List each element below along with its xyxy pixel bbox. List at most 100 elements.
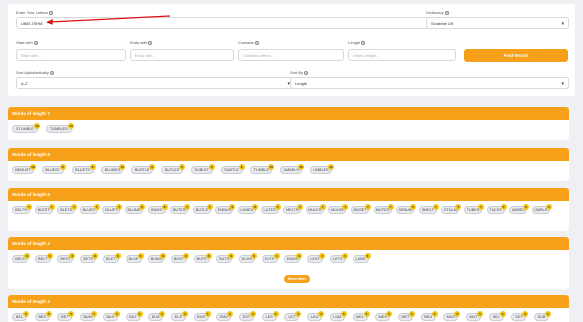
- word-chip[interactable]: EMBUS 9: [215, 204, 236, 214]
- word-chip[interactable]: BLUMES 10: [101, 164, 126, 174]
- word-chip[interactable]: BELS 6: [12, 253, 30, 263]
- word-chip[interactable]: LEST 4: [307, 253, 326, 263]
- word-chip[interactable]: TULES 5: [486, 204, 507, 214]
- score-badge: 6: [69, 253, 76, 259]
- word-chip[interactable]: MEU 5: [420, 311, 438, 321]
- word-chip[interactable]: BUTES 7: [170, 204, 191, 214]
- word-chip[interactable]: LET 3: [284, 311, 302, 321]
- word-chip[interactable]: ELTS 4: [261, 253, 280, 263]
- word-chip[interactable]: SEL 3: [488, 311, 506, 321]
- word-chip[interactable]: EMUS 6: [284, 253, 303, 263]
- word-chip[interactable]: SEBUM 9: [396, 204, 417, 214]
- word-chip[interactable]: BES 5: [34, 311, 52, 321]
- word-chip[interactable]: MEL 5: [352, 311, 370, 321]
- word-chip[interactable]: UMBELS 10: [280, 164, 305, 174]
- word-chip[interactable]: SUB 5: [534, 311, 552, 321]
- score-badge: 6: [137, 253, 144, 259]
- word-chip[interactable]: BLUE 6: [125, 253, 144, 263]
- word-chip[interactable]: BEST 6: [57, 253, 76, 263]
- show-more-button[interactable]: Show More: [284, 275, 310, 283]
- word-chip[interactable]: BUMS 8: [147, 204, 168, 214]
- word-chip[interactable]: BUMS 8: [148, 253, 167, 263]
- word-chip[interactable]: LETS 4: [329, 253, 348, 263]
- word-chip[interactable]: BELTS 7: [12, 204, 32, 214]
- word-chip[interactable]: ELM 5: [148, 311, 166, 321]
- word-chip[interactable]: TUMBLES 13: [46, 123, 74, 133]
- sort-by-select[interactable]: Length ▾: [290, 77, 569, 89]
- word-text: BELS: [15, 257, 25, 261]
- word-chip[interactable]: MULES 7: [305, 204, 326, 214]
- help-icon[interactable]: ?: [33, 40, 38, 45]
- word-chip[interactable]: BUSTLE 8: [131, 164, 156, 174]
- word-chip[interactable]: BUM 7: [80, 311, 98, 321]
- word-chip[interactable]: MUT 5: [466, 311, 483, 321]
- help-icon[interactable]: ?: [148, 40, 153, 45]
- word-chip[interactable]: EMS 5: [193, 311, 211, 321]
- word-chip[interactable]: UMBEL 9: [509, 204, 530, 214]
- help-icon[interactable]: ?: [361, 40, 366, 45]
- word-chip[interactable]: BUTLS 7: [192, 204, 213, 214]
- score-badge: 7: [365, 204, 371, 210]
- word-chip[interactable]: BLUMS 9: [125, 204, 145, 214]
- help-icon[interactable]: ?: [49, 70, 54, 75]
- word-chip[interactable]: EMU 5: [216, 311, 234, 321]
- word-chip[interactable]: SMELT 7: [418, 204, 439, 214]
- word-chip[interactable]: STUMBLE 13: [12, 123, 40, 133]
- word-chip[interactable]: LUTES 5: [260, 204, 281, 214]
- word-chip[interactable]: LEU 3: [307, 311, 325, 321]
- word-chip[interactable]: ELMS 6: [239, 253, 257, 263]
- word-chip[interactable]: MUSET 7: [351, 204, 371, 214]
- word-chip[interactable]: LUMEX 8: [238, 204, 258, 214]
- word-chip[interactable]: TUMBLE 10: [250, 164, 275, 174]
- dictionary-select[interactable]: Scrabble US ▾: [426, 17, 569, 29]
- word-chip[interactable]: EST 3: [239, 311, 256, 321]
- word-chip[interactable]: MET 5: [397, 311, 415, 321]
- help-icon[interactable]: ?: [444, 10, 449, 15]
- find-words-button[interactable]: Find Words: [464, 49, 568, 62]
- word-chip[interactable]: MULSE 7: [328, 204, 349, 214]
- word-chip[interactable]: MELTS 7: [283, 204, 304, 214]
- word-chip[interactable]: BLUETS 8: [71, 164, 96, 174]
- score-badge: 10: [298, 164, 305, 170]
- word-chip[interactable]: BUT 5: [125, 311, 143, 321]
- word-chip[interactable]: BEL 5: [12, 311, 29, 321]
- word-chip[interactable]: STULM 7: [441, 204, 462, 214]
- word-chip[interactable]: BELT 6: [34, 253, 53, 263]
- word-chip[interactable]: SET 3: [511, 311, 529, 321]
- word-chip[interactable]: MUS 5: [443, 311, 461, 321]
- sort-alpha-select[interactable]: A-Z ▾: [16, 77, 295, 89]
- ends-with-input[interactable]: Ends with...: [130, 49, 234, 61]
- word-chip[interactable]: BLUET 7: [102, 204, 123, 214]
- contains-input[interactable]: Contains letters...: [238, 49, 344, 61]
- word-chip[interactable]: BLUES 7: [79, 204, 100, 214]
- word-chip[interactable]: BETS 6: [80, 253, 99, 263]
- word-chip[interactable]: BLET 6: [102, 253, 121, 263]
- word-chip[interactable]: BLEST 7: [34, 204, 55, 214]
- word-chip[interactable]: BUTLES 8: [161, 164, 185, 174]
- word-chip[interactable]: BUST 6: [170, 253, 189, 263]
- word-chip[interactable]: MUTES 7: [373, 204, 394, 214]
- word-chip[interactable]: BEMUST 10: [12, 164, 36, 174]
- word-chip[interactable]: BET 5: [57, 311, 75, 321]
- word-chip[interactable]: MES 5: [375, 311, 393, 321]
- word-chip[interactable]: BUTS 6: [216, 253, 235, 263]
- word-chip[interactable]: LES 3: [261, 311, 279, 321]
- start-with-input[interactable]: Start with...: [16, 49, 126, 61]
- word-chip[interactable]: BUS 5: [102, 311, 120, 321]
- help-icon[interactable]: ?: [254, 40, 259, 45]
- word-chip[interactable]: TUBES 7: [464, 204, 484, 214]
- word-chip[interactable]: UMBLE 9: [531, 204, 552, 214]
- word-chip[interactable]: SUBLET 8: [190, 164, 215, 174]
- word-chip[interactable]: ELS 3: [170, 311, 188, 321]
- word-chip[interactable]: BLUEST 8: [41, 164, 66, 174]
- score-badge: 7: [91, 311, 98, 317]
- word-chip[interactable]: LUM 5: [329, 311, 347, 321]
- length-input[interactable]: Word Length...: [348, 49, 456, 61]
- word-chip[interactable]: UMBLES 10: [310, 164, 334, 174]
- help-icon[interactable]: ?: [304, 70, 309, 75]
- word-chip[interactable]: BUTE 6: [193, 253, 212, 263]
- word-chip[interactable]: SUBTLE 8: [220, 164, 245, 174]
- word-chip[interactable]: BLETS 7: [57, 204, 78, 214]
- word-chip[interactable]: LUBE 6: [352, 253, 371, 263]
- score-badge: 10: [328, 164, 334, 170]
